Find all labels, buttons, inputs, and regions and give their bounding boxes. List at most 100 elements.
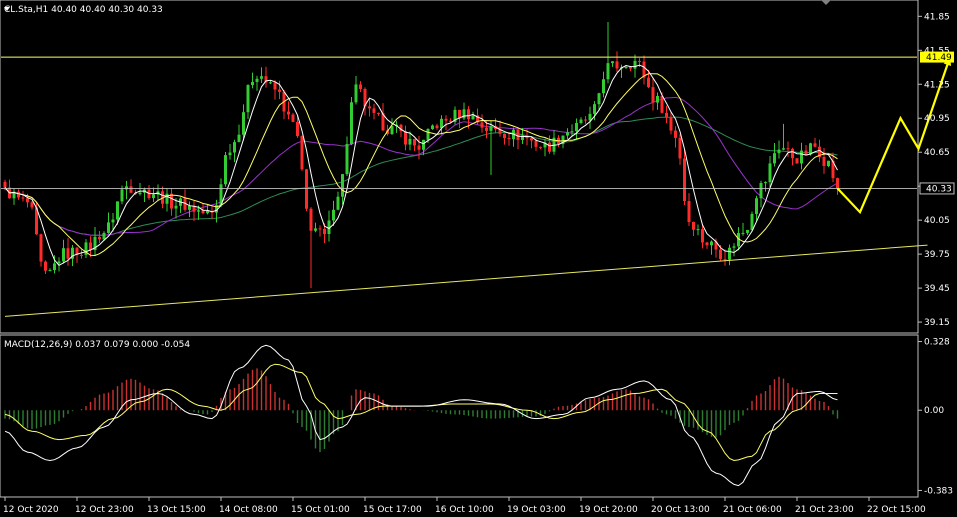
candle-body [44, 261, 47, 271]
candle-body [539, 146, 542, 148]
time-tick-label: 20 Oct 13:00 [651, 505, 710, 515]
candle-body [696, 229, 700, 231]
candle-body [300, 136, 304, 170]
candle-body [197, 210, 200, 212]
candle-body [305, 169, 308, 209]
candle-body [39, 234, 43, 262]
candle-body [606, 63, 610, 80]
candle-body [359, 84, 362, 90]
candle-body [237, 134, 241, 143]
candle-body [296, 121, 299, 137]
candle-body [188, 205, 191, 210]
candle-body [314, 228, 317, 231]
candle-body [813, 143, 817, 147]
price-tick-label: 39.75 [924, 250, 950, 260]
candle-body [746, 230, 749, 233]
candle-body [800, 150, 803, 164]
time-tick-label: 15 Oct 17:00 [363, 505, 422, 515]
candle-body [30, 202, 34, 208]
level-price-label: 41.49 [926, 53, 952, 63]
candle-body [89, 242, 92, 251]
trading-chart[interactable]: CL.Sta,H1 40.40 40.40 40.30 40.33 41.85 4… [0, 0, 957, 517]
candle-body [390, 126, 394, 135]
candle-body [575, 122, 578, 132]
price-tick-label: 39.15 [924, 318, 950, 328]
candle-body [408, 138, 412, 145]
candle-body [516, 129, 520, 140]
time-tick-label: 21 Oct 06:00 [723, 505, 782, 515]
candle-body [255, 78, 259, 82]
candle-body [273, 82, 277, 90]
candle-body [777, 149, 781, 154]
candle-body [152, 194, 155, 199]
macd-axis: 0.328 0.00 -0.383 [918, 338, 953, 496]
candle-body [579, 119, 583, 123]
candle-body [413, 138, 416, 146]
time-axis: 12 Oct 2020 12 Oct 23:00 13 Oct 15:00 14 Oc… [3, 497, 926, 515]
candle-body [782, 148, 785, 150]
candle-body [660, 96, 664, 113]
candle-body [669, 117, 673, 131]
candle-body [656, 96, 659, 103]
current-price-label: 40.33 [926, 184, 952, 194]
candle-body [710, 241, 713, 246]
candle-body [471, 115, 475, 120]
candle-body [768, 163, 772, 183]
candle-body [107, 222, 110, 233]
candle-body [138, 192, 142, 195]
candle-body [687, 201, 691, 223]
candle-body [368, 106, 371, 109]
candle-body [120, 189, 124, 202]
candle-body [570, 131, 574, 133]
candle-body [651, 87, 655, 103]
candle-body [530, 138, 533, 141]
candle-body [507, 138, 511, 140]
time-tick-label: 15 Oct 01:00 [291, 505, 350, 515]
candle-body [354, 84, 358, 103]
price-tick-label: 40.65 [924, 148, 950, 158]
candle-body [269, 82, 272, 84]
candle-body [485, 127, 488, 131]
candle-body [629, 66, 632, 69]
candle-body [683, 158, 686, 202]
candle-body [548, 142, 551, 152]
price-tick-label: 40.95 [924, 114, 950, 124]
candle-body [701, 229, 704, 243]
price-tick-label: 40.05 [924, 216, 950, 226]
time-tick-label: 19 Oct 03:00 [507, 505, 566, 515]
time-tick-label: 22 Oct 15:00 [867, 505, 926, 515]
candle-body [750, 213, 754, 231]
candle-body [741, 232, 745, 234]
candle-body [345, 144, 349, 175]
candle-body [822, 156, 826, 167]
candle-body [174, 205, 178, 209]
candle-body [246, 85, 250, 113]
candle-body [624, 66, 628, 68]
main-panel-frame [0, 0, 919, 334]
candle-body [233, 142, 236, 153]
candle-body [48, 270, 52, 272]
candle-body [786, 148, 790, 150]
candle-body [404, 131, 407, 145]
macd-panel [0, 334, 919, 498]
candle-body [224, 155, 227, 185]
candle-body [611, 61, 614, 64]
time-tick-label: 12 Oct 23:00 [75, 505, 134, 515]
candle-body [242, 112, 245, 135]
candle-body [566, 132, 569, 136]
macd-tick-label: 0.328 [924, 338, 950, 348]
candle-body [795, 158, 799, 164]
candle-body [444, 118, 448, 121]
candle-body [597, 93, 601, 105]
macd-panel-frame [0, 334, 919, 498]
candle-body [260, 76, 263, 79]
candle-body [102, 232, 106, 240]
candle-body [350, 102, 353, 145]
candle-body [170, 193, 173, 209]
candle-body [228, 152, 232, 156]
candle-body [26, 198, 29, 203]
candle-body [728, 247, 731, 260]
candle-body [125, 186, 128, 190]
price-tick-label: 41.25 [924, 80, 950, 90]
candle-body [377, 112, 380, 114]
